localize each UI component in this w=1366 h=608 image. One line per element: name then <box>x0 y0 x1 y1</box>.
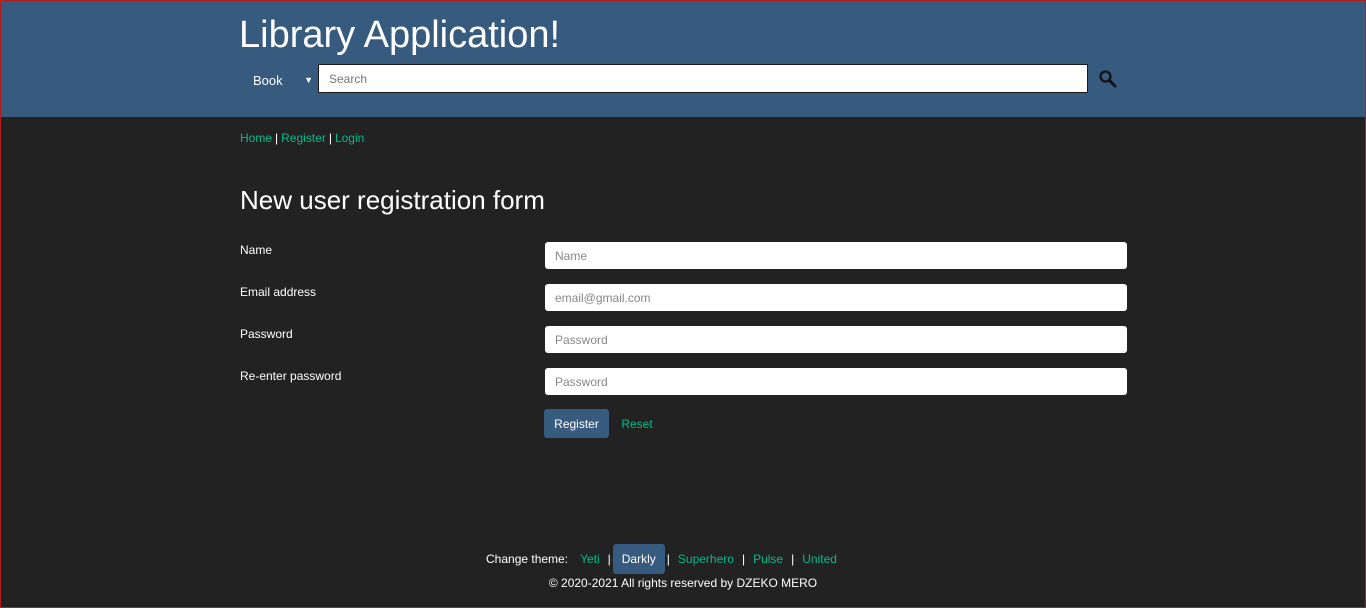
theme-separator: | <box>791 552 795 566</box>
repassword-label: Re-enter password <box>240 369 342 383</box>
breadcrumb-login-link[interactable]: Login <box>335 131 364 145</box>
repassword-field[interactable] <box>545 368 1127 395</box>
email-field[interactable] <box>545 284 1127 311</box>
register-button[interactable]: Register <box>544 409 609 438</box>
password-label: Password <box>240 327 293 341</box>
breadcrumb: Home | Register | Login <box>240 131 364 145</box>
theme-switcher: Change theme: Yeti | Darkly | Superhero … <box>486 544 843 574</box>
theme-link-yeti[interactable]: Yeti <box>574 544 606 574</box>
theme-link-united[interactable]: United <box>796 544 843 574</box>
app-title: Library Application! <box>239 14 561 56</box>
theme-link-superhero[interactable]: Superhero <box>672 544 740 574</box>
theme-link-pulse[interactable]: Pulse <box>747 544 789 574</box>
theme-separator: | <box>741 552 746 566</box>
change-theme-label: Change theme: <box>486 552 569 566</box>
reset-button[interactable]: Reset <box>613 409 661 438</box>
search-type-select[interactable]: Book ▼ <box>241 67 317 93</box>
breadcrumb-register-link[interactable]: Register <box>281 131 326 145</box>
name-label: Name <box>240 243 273 257</box>
theme-separator: | <box>666 552 670 566</box>
breadcrumb-separator: | <box>275 131 279 145</box>
password-field[interactable] <box>545 326 1127 353</box>
theme-separator: | <box>607 552 611 566</box>
caret-down-icon: ▼ <box>304 75 313 85</box>
search-icon[interactable] <box>1098 69 1118 89</box>
name-field[interactable] <box>545 242 1127 269</box>
page-title: New user registration form <box>240 185 545 215</box>
search-input[interactable] <box>318 64 1088 93</box>
breadcrumb-home-link[interactable]: Home <box>240 131 272 145</box>
email-label: Email address <box>240 285 317 299</box>
copyright-text: © 2020-2021 All rights reserved by DZEKO… <box>548 576 818 590</box>
theme-link-darkly[interactable]: Darkly <box>612 544 665 574</box>
header: Library Application! Book ▼ <box>1 1 1365 117</box>
search-type-label: Book <box>253 72 283 88</box>
breadcrumb-separator: | <box>328 131 332 145</box>
